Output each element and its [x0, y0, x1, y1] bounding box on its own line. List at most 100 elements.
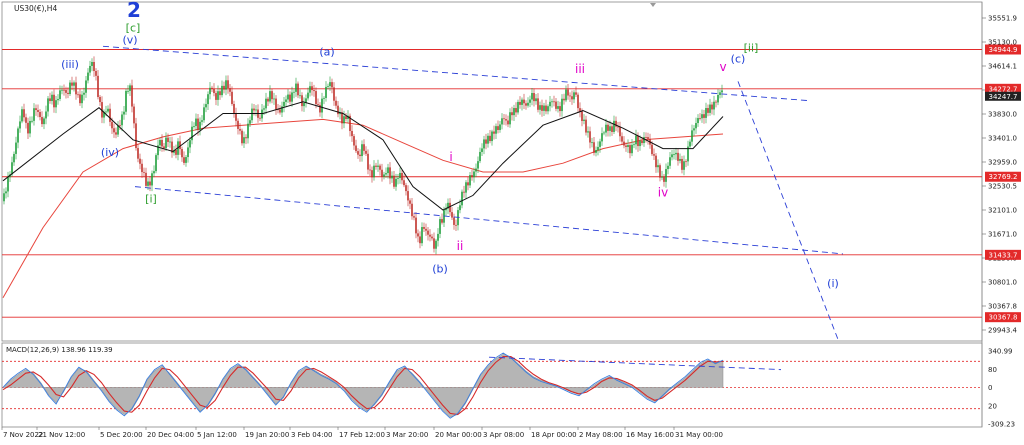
candle-body	[501, 118, 503, 125]
candle-body	[685, 161, 687, 163]
candle-body	[521, 99, 523, 105]
x-tick-label: 5 Dec 20:00	[100, 431, 143, 439]
candle-body	[487, 135, 489, 144]
candle-body	[221, 85, 223, 96]
candle-body	[379, 165, 381, 170]
candle-body	[581, 111, 583, 121]
candle-body	[449, 202, 451, 213]
candle-body	[283, 101, 285, 107]
y-tick-label: 29943.4	[988, 327, 1017, 335]
candle-body	[697, 118, 699, 124]
candle-body	[403, 180, 405, 186]
candle-body	[567, 89, 569, 96]
macd-y-tick-label: 0	[988, 384, 992, 392]
candle-body	[125, 90, 127, 112]
candle-body	[719, 92, 721, 95]
candle-body	[209, 87, 211, 95]
candle-body	[61, 89, 63, 91]
candle-body	[545, 105, 547, 112]
candle-body	[713, 101, 715, 110]
candle-body	[373, 165, 375, 178]
candle-body	[609, 126, 611, 131]
candle-body	[333, 87, 335, 101]
candle-body	[533, 93, 535, 102]
candle-body	[557, 106, 559, 109]
candle-body	[97, 75, 99, 97]
candle-body	[513, 108, 515, 116]
candle-body	[181, 149, 183, 158]
candle-body	[189, 140, 191, 148]
wave-label: (i)	[827, 277, 839, 290]
candle-body	[693, 128, 695, 131]
candle-body	[627, 145, 629, 147]
wave-label: [ii]	[744, 42, 759, 55]
candle-body	[377, 165, 379, 167]
candle-body	[153, 171, 155, 174]
candle-body	[611, 126, 613, 132]
candle-body	[149, 181, 151, 186]
candle-body	[145, 172, 147, 186]
candle-body	[99, 96, 101, 103]
candle-body	[273, 98, 275, 100]
candle-body	[315, 91, 317, 105]
candle-body	[473, 171, 475, 178]
candle-body	[43, 118, 45, 125]
candle-body	[45, 111, 47, 119]
candle-body	[291, 92, 293, 102]
y-tick-label: 34614.1	[988, 63, 1017, 71]
candle-body	[559, 106, 561, 112]
candle-body	[271, 91, 273, 100]
candle-body	[85, 80, 87, 93]
candle-body	[387, 167, 389, 174]
candle-body	[425, 228, 427, 231]
candle-body	[363, 144, 365, 151]
candle-body	[593, 142, 595, 153]
candle-body	[653, 154, 655, 156]
x-tick-label: 3 Apr 08:00	[483, 431, 524, 439]
candle-body	[227, 80, 229, 89]
candle-body	[7, 177, 9, 192]
candle-body	[427, 230, 429, 235]
candle-body	[169, 141, 171, 143]
candle-body	[249, 120, 251, 124]
x-tick-label: 18 Apr 00:00	[531, 431, 577, 439]
candle-body	[589, 131, 591, 143]
candle-body	[655, 155, 657, 168]
candle-body	[313, 90, 315, 92]
candle-body	[197, 118, 199, 130]
candle-body	[659, 165, 661, 178]
candle-body	[395, 178, 397, 187]
candle-body	[385, 173, 387, 175]
candle-body	[451, 212, 453, 218]
candle-body	[669, 157, 671, 166]
candle-body	[141, 163, 143, 173]
candle-body	[195, 118, 197, 127]
candle-body	[207, 94, 209, 105]
candle-body	[39, 111, 41, 118]
macd-label: MACD(12,26,9) 138.96 119.39	[6, 346, 113, 354]
candle-body	[35, 108, 37, 111]
y-tick-label: 30801.0	[988, 279, 1017, 287]
candle-body	[563, 98, 565, 101]
candle-body	[93, 61, 95, 72]
candle-body	[245, 137, 247, 139]
candle-body	[5, 191, 7, 194]
candle-body	[613, 120, 615, 132]
x-tick-label: 2 May 08:00	[579, 431, 623, 439]
candle-body	[461, 191, 463, 206]
candle-body	[539, 105, 541, 110]
candle-body	[677, 152, 679, 161]
y-tick-label: 35551.9	[988, 15, 1017, 23]
candle-body	[49, 98, 51, 102]
candle-body	[223, 85, 225, 90]
candle-body	[553, 101, 555, 103]
y-tick-label: 32959.0	[988, 159, 1017, 167]
candle-body	[633, 144, 635, 146]
candle-body	[215, 93, 217, 100]
candle-body	[133, 106, 135, 124]
candle-body	[337, 105, 339, 115]
candle-body	[225, 80, 227, 90]
candle-body	[229, 88, 231, 92]
wave-label: (a)	[319, 46, 334, 59]
candle-body	[629, 145, 631, 154]
